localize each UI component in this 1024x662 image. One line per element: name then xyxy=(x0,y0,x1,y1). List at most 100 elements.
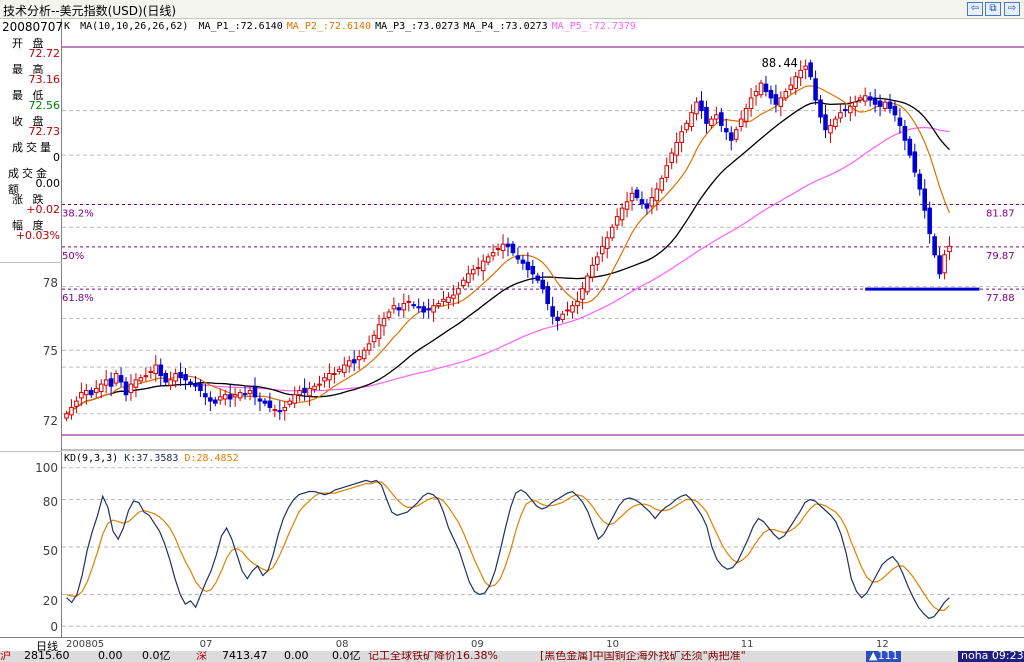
kd-k-line xyxy=(66,479,950,619)
candle-body xyxy=(733,129,739,140)
x-month-label: 10 xyxy=(606,639,619,650)
status-item: 0.00 xyxy=(284,651,309,662)
candle-body xyxy=(232,394,238,398)
candle-body xyxy=(257,398,263,402)
candle-body xyxy=(312,385,317,390)
candle-body xyxy=(297,389,302,396)
candle-body xyxy=(103,379,109,386)
candle-body xyxy=(470,269,476,275)
candle-body xyxy=(813,78,818,101)
candle-body xyxy=(292,394,297,404)
candle-body xyxy=(818,99,823,118)
x-month-label: 11 xyxy=(740,639,754,650)
fib-value-label: 81.87 xyxy=(986,209,1015,220)
status-item: 记工全球铁矿降价16.38% xyxy=(368,651,498,662)
candle-body xyxy=(406,300,412,303)
candle-body xyxy=(679,131,684,143)
candle-body xyxy=(565,309,570,312)
candle-body xyxy=(178,371,183,379)
candle-body xyxy=(475,267,481,270)
candle-body xyxy=(902,126,908,141)
candle-body xyxy=(242,393,248,396)
candle-body xyxy=(163,373,168,383)
restore-left-icon[interactable]: ⇦ xyxy=(967,2,983,16)
candle-body xyxy=(843,109,848,112)
candle-body xyxy=(520,259,526,264)
candle-body xyxy=(183,374,188,381)
candle-body xyxy=(431,305,436,313)
window-titlebar: 技术分析--美元指数(USD)(日线) ⇦ ⧉ ⇨ xyxy=(0,0,1024,19)
price-chart[interactable]: 38.2%81.8750%79.8761.8%77.8888.4471.82 xyxy=(62,19,1024,637)
candle-body xyxy=(773,94,779,105)
candle-body xyxy=(634,189,640,199)
candle-body xyxy=(803,65,808,70)
kd-tick-label: 20 xyxy=(42,594,58,608)
candle-body xyxy=(723,128,729,133)
maximize-window-icon[interactable]: ⇨ xyxy=(1004,2,1020,16)
candle-body xyxy=(728,132,734,141)
candle-body xyxy=(173,373,178,382)
candle-body xyxy=(168,379,173,386)
candle-body xyxy=(98,383,104,393)
kd-tick-label: 80 xyxy=(42,495,58,509)
candle-body xyxy=(758,82,764,96)
candle-body xyxy=(872,98,878,105)
candle-body xyxy=(669,152,674,164)
candle-body xyxy=(411,304,417,307)
candle-body xyxy=(118,375,124,383)
restore-window-icon[interactable]: ⧉ xyxy=(985,2,1001,16)
x-month-label: 07 xyxy=(199,639,213,650)
candle-body xyxy=(580,288,585,300)
candle-body xyxy=(659,177,665,191)
candle-body xyxy=(848,105,853,114)
kd-label: KD(9,3,3) xyxy=(64,453,119,464)
kd-d-line xyxy=(66,481,950,612)
x-month-label: 200805 xyxy=(66,639,105,650)
candle-body xyxy=(217,396,223,401)
candle-body xyxy=(525,261,531,271)
window-title: 技术分析--美元指数(USD)(日线) xyxy=(3,4,177,18)
x-month-label: 08 xyxy=(335,639,349,650)
candle-body xyxy=(351,359,357,364)
fib-value-label: 77.88 xyxy=(986,293,1015,304)
candle-body xyxy=(317,383,322,386)
candle-body xyxy=(485,256,491,263)
candle-body xyxy=(768,89,774,99)
candle-body xyxy=(396,307,402,311)
candle-body xyxy=(604,237,610,249)
candle-body xyxy=(376,324,382,340)
kd-d-value: D:28.4852 xyxy=(184,453,239,464)
status-item: 2815.60 xyxy=(24,651,70,662)
candle-body xyxy=(590,264,595,278)
candle-body xyxy=(416,306,421,309)
candle-body xyxy=(510,243,516,254)
candle-body xyxy=(356,356,362,361)
status-item: noha 09:23 xyxy=(958,651,1024,662)
candle-body xyxy=(828,124,833,134)
status-bar: 沪 2815.60 0.00 0.0亿深 7413.47 0.00 0.0亿 记工全球铁矿降价… xyxy=(0,651,1024,662)
candle-body xyxy=(480,260,486,272)
candle-body xyxy=(79,392,84,399)
fib-label: 61.8% xyxy=(62,293,94,304)
candle-body xyxy=(644,203,650,209)
y-tick-label: 75 xyxy=(42,344,58,358)
candle-body xyxy=(838,112,843,119)
candle-body xyxy=(213,399,218,404)
candle-body xyxy=(947,245,952,253)
candle-body xyxy=(897,117,903,126)
candle-body xyxy=(267,400,273,408)
candle-body xyxy=(69,406,74,416)
candle-body xyxy=(793,76,799,89)
candle-body xyxy=(208,397,213,402)
info-value: 0 xyxy=(53,151,60,164)
candle-body xyxy=(366,343,372,351)
kd-legend: KD(9,3,3) K:37.3583 D:28.4852 xyxy=(64,453,239,464)
candle-body xyxy=(495,247,501,250)
current-date: 20080707 xyxy=(2,20,64,34)
candle-body xyxy=(560,313,565,320)
candle-body xyxy=(684,122,689,131)
candle-body xyxy=(927,207,932,235)
fib-value-label: 79.87 xyxy=(986,251,1015,262)
panel-divider xyxy=(0,262,62,263)
candle-body xyxy=(461,279,466,287)
